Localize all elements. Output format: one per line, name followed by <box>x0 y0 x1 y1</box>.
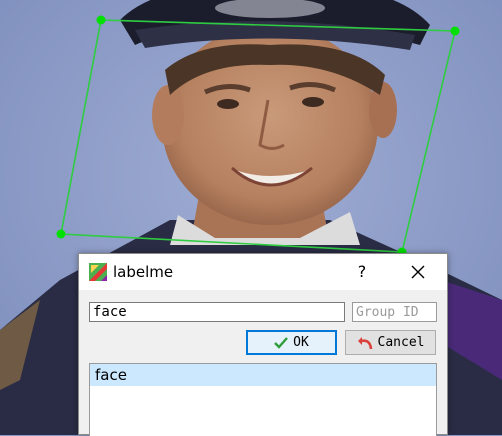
group-id-input[interactable] <box>352 302 437 322</box>
close-icon <box>411 265 425 279</box>
cancel-button-label: Cancel <box>377 335 425 350</box>
list-item[interactable]: face <box>90 364 436 386</box>
labelme-app-icon <box>89 263 107 281</box>
ok-button-label: OK <box>293 335 309 350</box>
cancel-button[interactable]: Cancel <box>345 330 436 355</box>
label-dialog: labelme ? OK Cancel face <box>78 253 448 436</box>
dialog-title: labelme <box>113 263 174 281</box>
check-icon <box>274 336 289 349</box>
polygon-vertex[interactable] <box>450 26 460 36</box>
polygon-vertex[interactable] <box>96 15 106 25</box>
help-button[interactable]: ? <box>347 258 377 286</box>
undo-arrow-icon <box>357 336 372 349</box>
dialog-titlebar[interactable]: labelme ? <box>79 254 447 290</box>
close-button[interactable] <box>401 258 435 286</box>
label-list[interactable]: face <box>89 363 437 436</box>
polygon-vertex[interactable] <box>56 229 66 239</box>
label-input[interactable] <box>89 302 345 322</box>
face-polygon[interactable] <box>60 19 457 253</box>
ok-button[interactable]: OK <box>246 330 337 355</box>
